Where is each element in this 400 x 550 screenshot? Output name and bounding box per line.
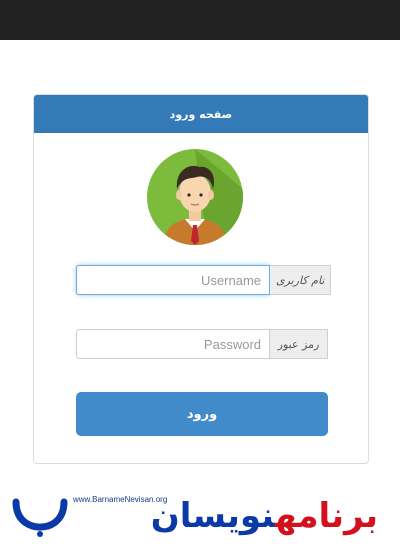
watermark-logo-red: برنامه	[275, 496, 378, 536]
username-label: نام کاربری	[270, 265, 332, 295]
password-label: رمز عبور	[270, 329, 328, 359]
watermark-logo-blue: نویسان	[150, 496, 276, 536]
watermark-logo-text: برنامهنویسان	[151, 496, 378, 536]
password-group: رمز عبور	[76, 329, 328, 359]
top-navbar	[0, 0, 400, 40]
watermark-swoosh-icon	[12, 498, 68, 537]
login-button[interactable]: ورود	[76, 392, 328, 436]
password-input[interactable]	[76, 329, 270, 359]
site-watermark: www.BarnameNevisan.org برنامهنویسان	[0, 490, 400, 550]
user-avatar-icon	[147, 149, 243, 245]
login-panel: صفحه ورود نام کا	[33, 94, 369, 464]
username-input[interactable]	[76, 265, 270, 295]
panel-title: صفحه ورود	[34, 95, 368, 133]
username-group: نام کاربری	[76, 265, 332, 295]
